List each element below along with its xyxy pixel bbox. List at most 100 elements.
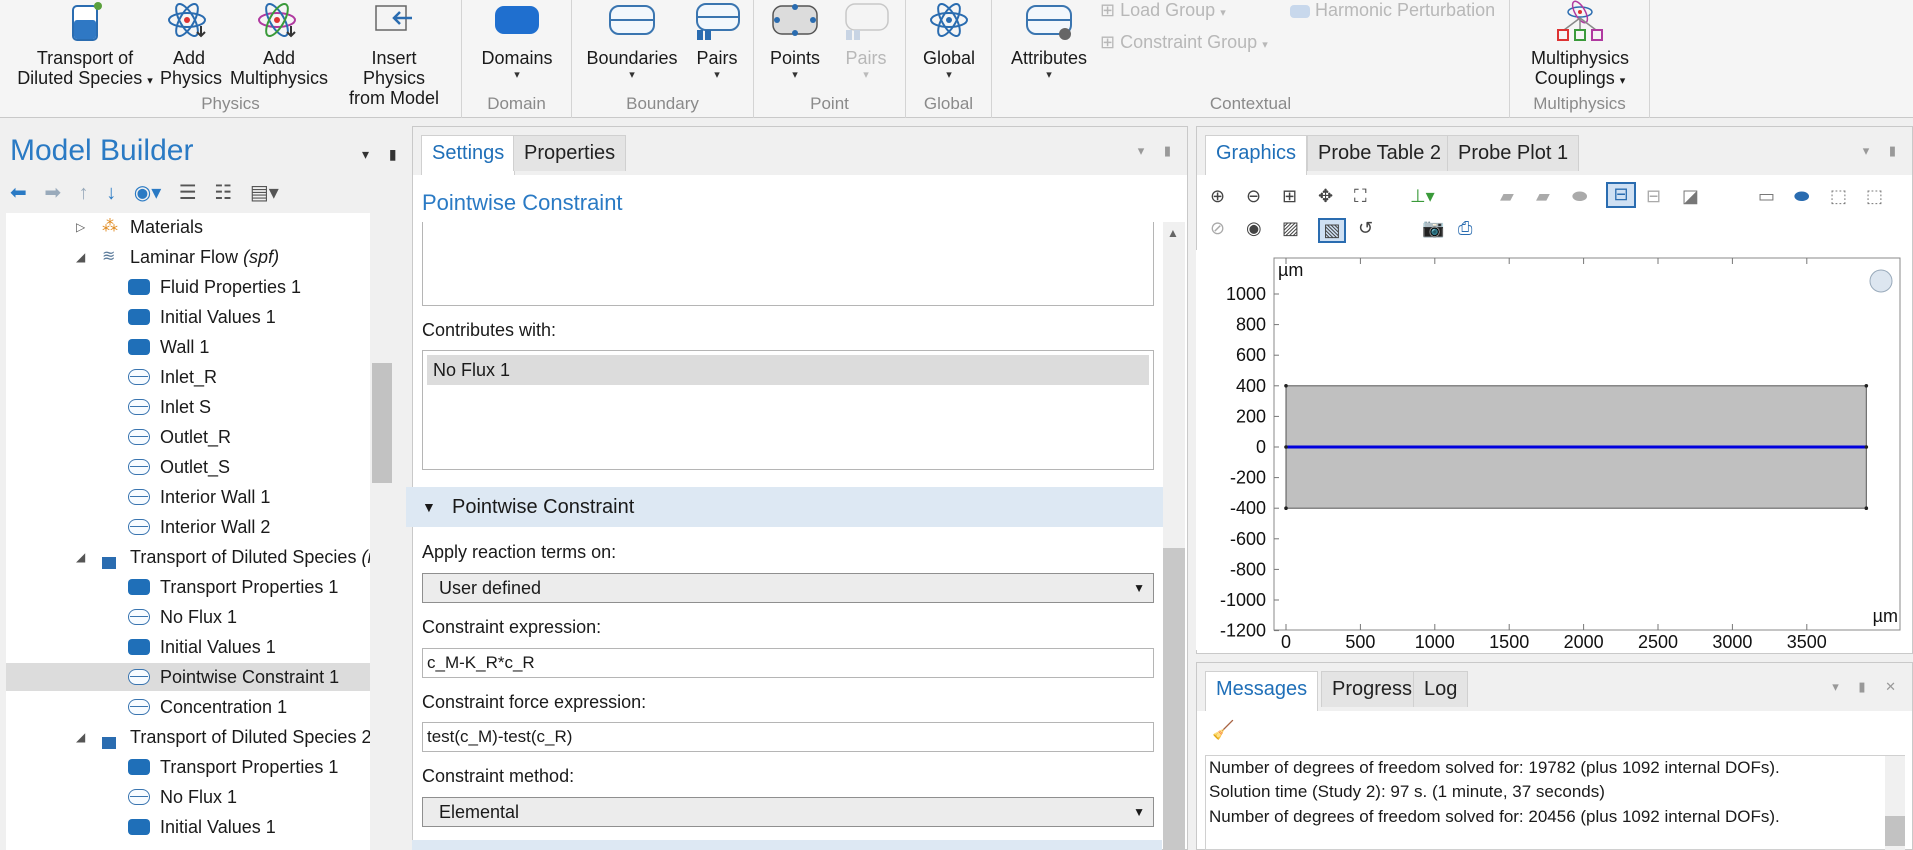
insert-physics-from-model-button[interactable]: Insert Physics from Model xyxy=(338,0,450,108)
tree-item-interior-wall-1[interactable]: Interior Wall 1 xyxy=(6,483,370,511)
tree-item-no-flux[interactable]: No Flux 1 xyxy=(6,603,370,631)
move-down-icon[interactable]: ↓ xyxy=(106,182,116,205)
constraint-force-input[interactable]: test(c_M)-test(c_R) xyxy=(422,722,1154,752)
tree-item-fluid-properties[interactable]: Fluid Properties 1 xyxy=(6,273,370,301)
boundary-pairs-button[interactable]: Pairs ▾ xyxy=(688,0,746,82)
tree-scrollbar-thumb[interactable] xyxy=(372,363,392,483)
select-all-icon[interactable]: ▰ xyxy=(1500,186,1514,207)
clear-selection-icon[interactable]: ⬚ xyxy=(1830,186,1847,207)
point-pairs-button[interactable]: Pairs ▾ xyxy=(834,0,898,82)
tab-graphics[interactable]: Graphics xyxy=(1205,135,1308,175)
apply-reaction-select[interactable]: User defined ▼ xyxy=(422,573,1154,603)
constraint-method-select[interactable]: Elemental ▼ xyxy=(422,797,1154,827)
section-pointwise-constraint[interactable]: ▼ Pointwise Constraint xyxy=(406,487,1163,527)
camera-icon[interactable]: 📷 xyxy=(1422,218,1444,239)
select-boundaries-icon[interactable]: ⊟ xyxy=(1606,182,1636,208)
tree-item-initial-values-2[interactable]: Initial Values 1 xyxy=(6,813,370,841)
tree-item-transport-properties[interactable]: Transport Properties 1 xyxy=(6,573,370,601)
selection-list-box[interactable] xyxy=(422,222,1154,306)
tree-item-interior-wall-2[interactable]: Interior Wall 2 xyxy=(6,513,370,541)
zoom-box-icon[interactable]: ⊞ xyxy=(1282,186,1297,207)
contributes-list[interactable]: No Flux 1 xyxy=(422,350,1154,470)
tree-item-transport-diluted-species[interactable]: ◢ Transport of Diluted Species (i xyxy=(6,543,370,571)
add-multiphysics-button[interactable]: Add Multiphysics xyxy=(226,0,332,88)
panel-menu-icon[interactable]: ▾ ▮ xyxy=(1138,143,1179,159)
load-group-menu[interactable]: ⊞ Load Group ▾ xyxy=(1100,0,1226,21)
show-objects-icon[interactable]: ◉ xyxy=(1246,218,1262,239)
tree-item-transport-diluted-species-2[interactable]: ◢ Transport of Diluted Species 2 xyxy=(6,723,370,751)
wireframe-icon[interactable]: ▨ xyxy=(1282,218,1299,239)
harmonic-perturbation-button[interactable]: Harmonic Perturbation xyxy=(1290,0,1495,21)
constraint-group-menu[interactable]: ⊞ Constraint Group ▾ xyxy=(1100,32,1268,53)
transport-diluted-species-button[interactable]: Transport of Diluted Species ▾ xyxy=(10,0,160,91)
expand-icon[interactable]: ▷ xyxy=(76,213,85,241)
tree-item-inlet-r[interactable]: Inlet_R xyxy=(6,363,370,391)
global-button[interactable]: Global ▾ xyxy=(914,0,984,82)
build-geometry-icon[interactable]: ▭ xyxy=(1758,186,1775,207)
domains-button[interactable]: Domains ▾ xyxy=(472,0,562,82)
tree-scrollbar[interactable] xyxy=(370,213,394,850)
settings-scrollbar[interactable]: ▲ xyxy=(1163,222,1185,850)
expand-all-icon[interactable]: ☷ xyxy=(214,180,232,205)
zoom-extents-icon[interactable]: ⛶ xyxy=(1354,186,1367,207)
tree-item-transport-properties-2[interactable]: Transport Properties 1 xyxy=(6,753,370,781)
collapse-all-icon[interactable]: ☰ xyxy=(179,180,197,205)
tab-probe-table[interactable]: Probe Table 2 xyxy=(1307,135,1453,171)
model-builder-menu-icon[interactable]: ▾ ▮ xyxy=(362,146,405,163)
tree-item-outlet-r[interactable]: Outlet_R xyxy=(6,423,370,451)
zoom-in-icon[interactable]: ⊕ xyxy=(1210,186,1225,207)
geometry-plot[interactable]: 10008006004002000-200-400-600-800-1000-1… xyxy=(1196,250,1910,652)
tree-item-concentration[interactable]: Concentration 1 xyxy=(6,693,370,721)
tab-log[interactable]: Log xyxy=(1413,671,1469,707)
settings-scrollbar-thumb[interactable] xyxy=(1163,548,1185,850)
tab-properties[interactable]: Properties xyxy=(513,135,627,171)
multiphysics-couplings-button[interactable]: Multiphysics Couplings ▾ xyxy=(1518,0,1642,91)
points-button[interactable]: Points ▾ xyxy=(762,0,828,82)
boundaries-button[interactable]: Boundaries ▾ xyxy=(584,0,680,82)
collapse-icon[interactable]: ◢ xyxy=(76,243,85,271)
tree-item-laminar-flow[interactable]: ◢ ≋ Laminar Flow (spf) xyxy=(6,243,370,271)
tab-progress[interactable]: Progress xyxy=(1321,671,1424,707)
hide-icon[interactable]: ⊘ xyxy=(1210,218,1225,239)
back-arrow-icon[interactable]: ⬅ xyxy=(10,180,27,205)
panel-menu-icon[interactable]: ▾ ▮ xyxy=(1863,143,1904,159)
zoom-out-icon[interactable]: ⊖ xyxy=(1246,186,1261,207)
move-up-icon[interactable]: ↑ xyxy=(79,182,89,205)
box-select-icon[interactable]: ⬚ xyxy=(1866,186,1883,207)
tab-probe-plot[interactable]: Probe Plot 1 xyxy=(1447,135,1580,171)
add-physics-button[interactable]: Add Physics xyxy=(160,0,222,88)
tree-item-wall[interactable]: Wall 1 xyxy=(6,333,370,361)
show-icon[interactable]: ◉▾ xyxy=(134,180,162,205)
collapse-icon[interactable]: ◢ xyxy=(76,723,85,751)
panel-controls-icon[interactable]: ▾ ▮ ✕ xyxy=(1832,679,1904,695)
attributes-button[interactable]: Attributes ▾ xyxy=(1004,0,1094,82)
print-icon[interactable]: ⎙ xyxy=(1458,218,1472,239)
graphics-canvas[interactable]: 1000 800 600 400 200 0 -200 -400 -600 -800 -1000 -1… xyxy=(1196,250,1910,652)
forward-arrow-icon[interactable]: ➡ xyxy=(44,180,61,205)
transparency-icon[interactable]: ▧ xyxy=(1318,218,1346,243)
model-icon[interactable]: ⬬ xyxy=(1794,186,1809,207)
clear-messages-icon[interactable]: 🧹 xyxy=(1212,720,1234,741)
tree-view-icon[interactable]: ▤▾ xyxy=(250,180,279,205)
select-objects-icon[interactable]: ⬬ xyxy=(1572,186,1587,207)
contributes-list-item[interactable]: No Flux 1 xyxy=(427,355,1149,385)
next-section-bar[interactable] xyxy=(412,840,1162,850)
tree-item-materials[interactable]: ▷ ⁂ Materials xyxy=(6,213,370,241)
tab-settings[interactable]: Settings xyxy=(421,135,516,175)
tree-item-initial-values[interactable]: Initial Values 1 xyxy=(6,303,370,331)
collapse-icon[interactable]: ◢ xyxy=(76,543,85,571)
tree-item-outlet-s[interactable]: Outlet_S xyxy=(6,453,370,481)
reset-view-icon[interactable]: ↺ xyxy=(1358,218,1373,239)
tree-item-no-flux-2[interactable]: No Flux 1 xyxy=(6,783,370,811)
constraint-expression-input[interactable]: c_M-K_R*c_R xyxy=(422,648,1154,678)
tree-item-initial-values-tds[interactable]: Initial Values 1 xyxy=(6,633,370,661)
messages-scrollbar-thumb[interactable] xyxy=(1885,816,1905,846)
messages-scrollbar[interactable] xyxy=(1885,756,1905,850)
select-edges-icon[interactable]: ⊟ xyxy=(1646,186,1661,207)
zoom-selected-icon[interactable]: ✥ xyxy=(1318,186,1333,207)
tab-messages[interactable]: Messages xyxy=(1205,671,1319,711)
axis-orientation-icon[interactable]: ⊥▾ xyxy=(1410,186,1435,207)
select-points-icon[interactable]: ◪ xyxy=(1682,186,1699,207)
tree-item-pointwise-constraint[interactable]: Pointwise Constraint 1 xyxy=(6,663,370,691)
tree-item-inlet-s[interactable]: Inlet S xyxy=(6,393,370,421)
